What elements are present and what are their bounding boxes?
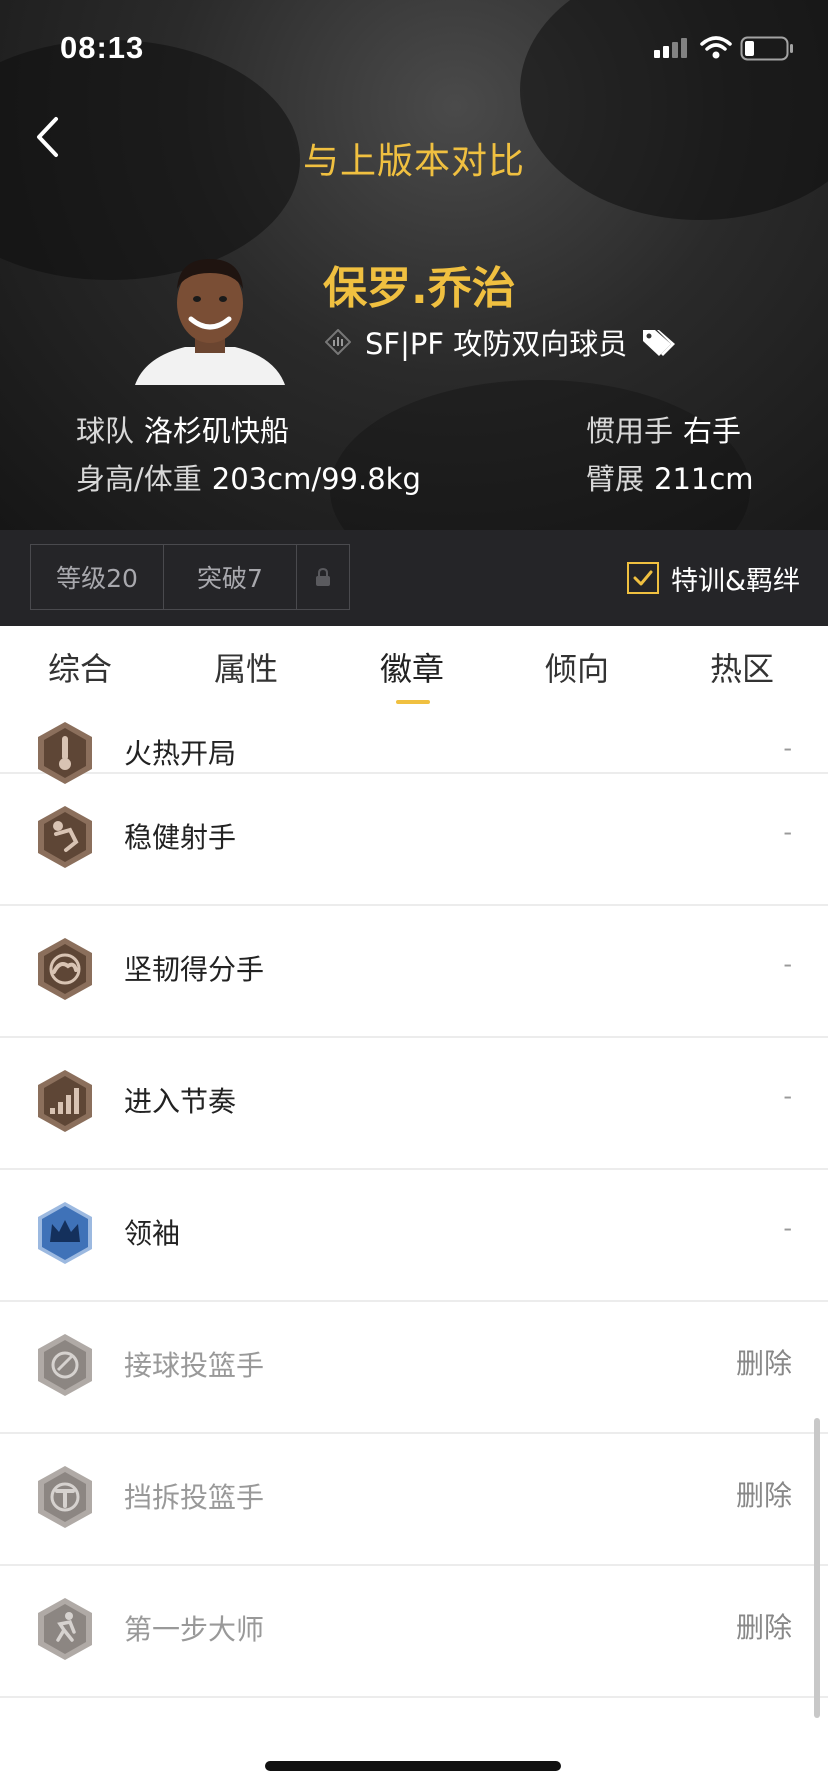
wingspan-value: 211cm [654, 462, 754, 496]
position-diamond-icon [325, 329, 351, 355]
player-info-right: 惯用手 右手 臂展 211cm [586, 407, 754, 503]
pick-roll-badge-icon [38, 1466, 92, 1528]
badge-row[interactable]: 领袖 - [0, 1168, 828, 1302]
training-bond-toggle[interactable]: 特训&羁绊 [627, 556, 800, 600]
level-bar: 等级20 突破7 特训&羁绊 [0, 530, 828, 626]
tab-badges[interactable]: 徽章 [380, 644, 444, 690]
training-checkbox[interactable] [627, 562, 659, 594]
shooter-badge-icon [38, 806, 92, 868]
hand-value: 右手 [683, 414, 742, 448]
badge-name: 火热开局 [124, 737, 237, 770]
lock-button[interactable] [297, 545, 349, 609]
badge-status: - [783, 950, 792, 978]
crown-badge-icon [38, 1202, 92, 1264]
badge-list: 火热开局 - 稳健射手 - 坚韧得分手 - 进入节奏 - 领袖 - 接球投篮手 … [0, 706, 828, 1726]
tab-bar: 综合 属性 徽章 倾向 热区 [0, 626, 828, 706]
badge-row[interactable]: 接球投篮手 删除 [0, 1300, 828, 1434]
catch-shoot-badge-icon [38, 1334, 92, 1396]
tab-overview[interactable]: 综合 [48, 644, 112, 690]
lock-icon [316, 567, 330, 586]
tab-tendencies[interactable]: 倾向 [545, 644, 609, 690]
badge-row[interactable]: 稳健射手 - [0, 772, 828, 906]
badge-name: 第一步大师 [124, 1613, 265, 1646]
wingspan-row: 臂展 211cm [586, 455, 754, 503]
height-weight-label: 身高/体重 [76, 462, 202, 496]
badge-name: 接球投篮手 [124, 1349, 265, 1382]
hand-row: 惯用手 右手 [586, 407, 754, 455]
badge-name: 稳健射手 [124, 821, 237, 854]
badge-status: - [783, 1082, 792, 1110]
status-time: 08:13 [60, 30, 145, 65]
player-position: SF|PF 攻防双向球员 [365, 327, 628, 361]
wingspan-label: 臂展 [586, 462, 645, 496]
team-row: 球队 洛杉矶快船 [76, 407, 421, 455]
breakthrough-button[interactable]: 突破7 [164, 545, 297, 609]
hand-label: 惯用手 [586, 414, 674, 448]
page-title: 与上版本对比 [302, 141, 525, 182]
level-selector: 等级20 突破7 [30, 544, 350, 610]
badge-name: 进入节奏 [124, 1085, 237, 1118]
checkmark-icon [633, 570, 653, 586]
badge-delete-button[interactable]: 删除 [736, 1474, 792, 1514]
badge-row[interactable]: 火热开局 - [0, 706, 828, 784]
badge-row[interactable]: 第一步大师 删除 [0, 1564, 828, 1698]
first-step-badge-icon [38, 1598, 92, 1660]
level-button[interactable]: 等级20 [31, 545, 164, 609]
badge-delete-button[interactable]: 删除 [736, 1606, 792, 1646]
active-tab-indicator [396, 700, 430, 704]
badge-row[interactable]: 坚韧得分手 - [0, 904, 828, 1038]
team-value: 洛杉矶快船 [144, 414, 290, 448]
tab-attributes[interactable]: 属性 [214, 644, 278, 690]
player-position-row: SF|PF 攻防双向球员 [323, 322, 677, 362]
badge-delete-button[interactable]: 删除 [736, 1342, 792, 1382]
tag-icon[interactable] [641, 327, 677, 357]
badge-status: - [783, 734, 792, 762]
player-name: 保罗.乔治 [323, 263, 516, 314]
muscle-badge-icon [38, 938, 92, 1000]
badge-name: 坚韧得分手 [124, 953, 265, 986]
cellular-signal-icon [654, 38, 687, 58]
training-label: 特训&羁绊 [671, 565, 801, 597]
height-weight-value: 203cm/99.8kg [211, 462, 421, 496]
battery-icon [740, 36, 793, 61]
rhythm-bars-badge-icon [38, 1070, 92, 1132]
player-hero-header: 08:13 与上版本对比 保罗.乔治 SF|PF 攻防双向球员 球队 洛杉矶快船… [0, 0, 828, 530]
badge-row[interactable]: 挡拆投篮手 删除 [0, 1432, 828, 1566]
badge-status: - [783, 818, 792, 846]
player-info-left: 球队 洛杉矶快船 身高/体重 203cm/99.8kg [76, 407, 421, 503]
badge-name: 领袖 [124, 1217, 181, 1250]
badge-name: 挡拆投篮手 [124, 1481, 265, 1514]
team-label: 球队 [76, 414, 135, 448]
player-avatar [135, 245, 285, 385]
badge-status: - [783, 1214, 792, 1242]
home-indicator[interactable] [265, 1761, 561, 1771]
badge-row[interactable]: 进入节奏 - [0, 1036, 828, 1170]
wifi-icon [700, 36, 732, 59]
status-bar: 08:13 [0, 0, 828, 100]
height-weight-row: 身高/体重 203cm/99.8kg [76, 455, 421, 503]
scrollbar[interactable] [814, 1418, 820, 1718]
tab-hotzones[interactable]: 热区 [710, 644, 774, 690]
